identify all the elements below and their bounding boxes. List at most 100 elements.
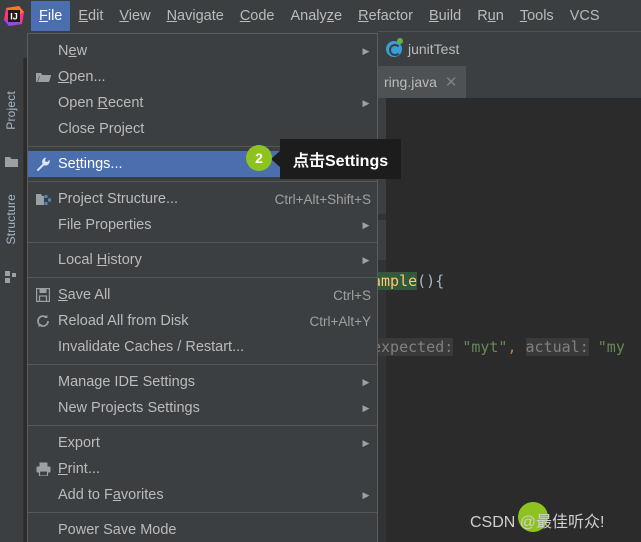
menu-item-label: Print... [58, 461, 100, 477]
menu-item-label: New Projects Settings [58, 400, 200, 416]
chevron-right-icon: ▶ [362, 219, 370, 230]
reload-icon [28, 308, 58, 334]
folder-icon [5, 156, 18, 168]
run-status-dot-icon [397, 38, 403, 44]
menubar-item-file[interactable]: File [31, 0, 71, 31]
menu-item-open[interactable]: Open... [28, 64, 377, 90]
intellij-idea-logo-icon: IJ [3, 5, 25, 27]
no-icon [28, 395, 58, 421]
menu-item-open-recent[interactable]: Open Recent ▶ [28, 90, 377, 116]
structure-icon [5, 271, 18, 283]
no-icon [28, 38, 58, 64]
menu-item-add-to-favorites[interactable]: Add to Favorites ▶ [28, 482, 377, 508]
menu-item-label: Export [58, 435, 100, 451]
watermark-text: CSDN @最佳听众! [470, 514, 605, 531]
menu-separator [28, 425, 377, 426]
breadcrumb: junitTest [378, 31, 641, 67]
chevron-right-icon: ▶ [362, 45, 370, 56]
no-icon [28, 430, 58, 456]
code-line-signature: ample(){ [372, 272, 444, 290]
no-icon [28, 369, 58, 395]
code-method-name: ample [372, 272, 418, 290]
menu-item-label: Add to Favorites [58, 487, 164, 503]
editor-tab[interactable]: ring.java ✕ [378, 66, 466, 98]
close-icon[interactable]: ✕ [445, 75, 458, 90]
menubar-item-build[interactable]: Build [421, 1, 469, 31]
chevron-right-icon: ▶ [362, 254, 370, 265]
menubar-item-run[interactable]: Run [469, 1, 512, 31]
menu-item-invalidate-caches-restart[interactable]: Invalidate Caches / Restart... [28, 334, 377, 360]
menu-item-new-projects-settings[interactable]: New Projects Settings ▶ [28, 395, 377, 421]
menu-separator [28, 181, 377, 182]
svg-text:IJ: IJ [10, 11, 18, 21]
editor-tab-bar: ring.java ✕ [378, 66, 641, 98]
menu-item-print[interactable]: Print... [28, 456, 377, 482]
chevron-right-icon: ▶ [362, 97, 370, 108]
menu-item-export[interactable]: Export ▶ [28, 430, 377, 456]
menu-item-reload-all-from-disk[interactable]: Reload All from Disk Ctrl+Alt+Y [28, 308, 377, 334]
actual-value: "my [597, 338, 625, 356]
editor-tab-label: ring.java [384, 74, 437, 90]
menu-item-shortcut: Ctrl+Alt+Y [309, 313, 371, 329]
no-icon [28, 247, 58, 273]
menubar-item-tools[interactable]: Tools [512, 1, 562, 31]
menu-item-project-structure[interactable]: Project Structure... Ctrl+Alt+Shift+S [28, 186, 377, 212]
sidebar-item-structure[interactable]: Structure [4, 194, 18, 245]
no-icon [28, 334, 58, 360]
menu-item-manage-ide-settings[interactable]: Manage IDE Settings ▶ [28, 369, 377, 395]
menu-item-label: Invalidate Caches / Restart... [58, 339, 245, 355]
expected-value: "myt" [462, 338, 508, 356]
menu-item-power-save-mode[interactable]: Power Save Mode [28, 517, 377, 542]
menubar-item-refactor[interactable]: Refactor [350, 1, 421, 31]
menu-separator [28, 364, 377, 365]
no-icon [28, 517, 58, 542]
no-icon [28, 212, 58, 238]
menu-item-label: Power Save Mode [58, 522, 177, 538]
menu-item-file-properties[interactable]: File Properties ▶ [28, 212, 377, 238]
wrench-icon [28, 151, 58, 177]
file-menu-dropdown[interactable]: New ▶ Open... Open Recent ▶ Close Project Sett… [27, 33, 378, 542]
menu-item-local-history[interactable]: Local History ▶ [28, 247, 377, 273]
watermark: CSDN @最佳听众! [470, 502, 605, 532]
menubar-item-analyze[interactable]: Analyze [283, 1, 351, 31]
menu-separator [28, 512, 377, 513]
menu-item-new[interactable]: New ▶ [28, 38, 377, 64]
menu-item-label: Close Project [58, 121, 145, 137]
menu-item-label: Reload All from Disk [58, 313, 189, 329]
code-line-assertion: expected: "myt", actual: "my [372, 338, 625, 356]
menu-item-label: Manage IDE Settings [58, 374, 196, 390]
menu-separator [28, 242, 377, 243]
menu-item-save-all[interactable]: Save All Ctrl+S [28, 282, 377, 308]
sidebar-item-project[interactable]: Project [4, 91, 18, 130]
chevron-right-icon: ▶ [362, 376, 370, 387]
chevron-right-icon: ▶ [362, 489, 370, 500]
menubar-item-navigate[interactable]: Navigate [159, 1, 232, 31]
breadcrumb-label[interactable]: junitTest [408, 41, 459, 57]
menu-item-label: Project Structure... [58, 191, 179, 207]
chevron-right-icon: ▶ [362, 437, 370, 448]
menu-separator [28, 277, 377, 278]
menu-item-label: Open Recent [58, 95, 144, 111]
menubar-item-vcs[interactable]: VCS [562, 1, 608, 31]
menu-item-label: File Properties [58, 217, 152, 233]
menu-item-label: Open... [58, 69, 106, 85]
menubar-item-edit[interactable]: Edit [70, 1, 111, 31]
code-comma: , [507, 338, 517, 356]
menu-item-label: Local History [58, 252, 142, 268]
menubar-item-view[interactable]: View [111, 1, 158, 31]
code-punctuation: (){ [417, 272, 445, 290]
step-badge: 2 [246, 145, 272, 171]
menubar-item-code[interactable]: Code [232, 1, 283, 31]
editor-canvas[interactable] [378, 98, 641, 542]
menu-item-shortcut: Ctrl+S [333, 287, 371, 303]
menu-item-label: New [58, 43, 88, 59]
menu-bar: IJ File Edit View Navigate Code Analyze Refact… [0, 0, 641, 31]
no-icon [28, 116, 58, 142]
print-icon [28, 456, 58, 482]
actual-label: actual: [525, 338, 589, 356]
folder-open-icon [28, 64, 58, 90]
chevron-right-icon: ▶ [362, 402, 370, 413]
save-icon [28, 282, 58, 308]
menu-item-label: Save All [58, 287, 111, 303]
left-tool-stripe: Project Structure [0, 31, 24, 542]
